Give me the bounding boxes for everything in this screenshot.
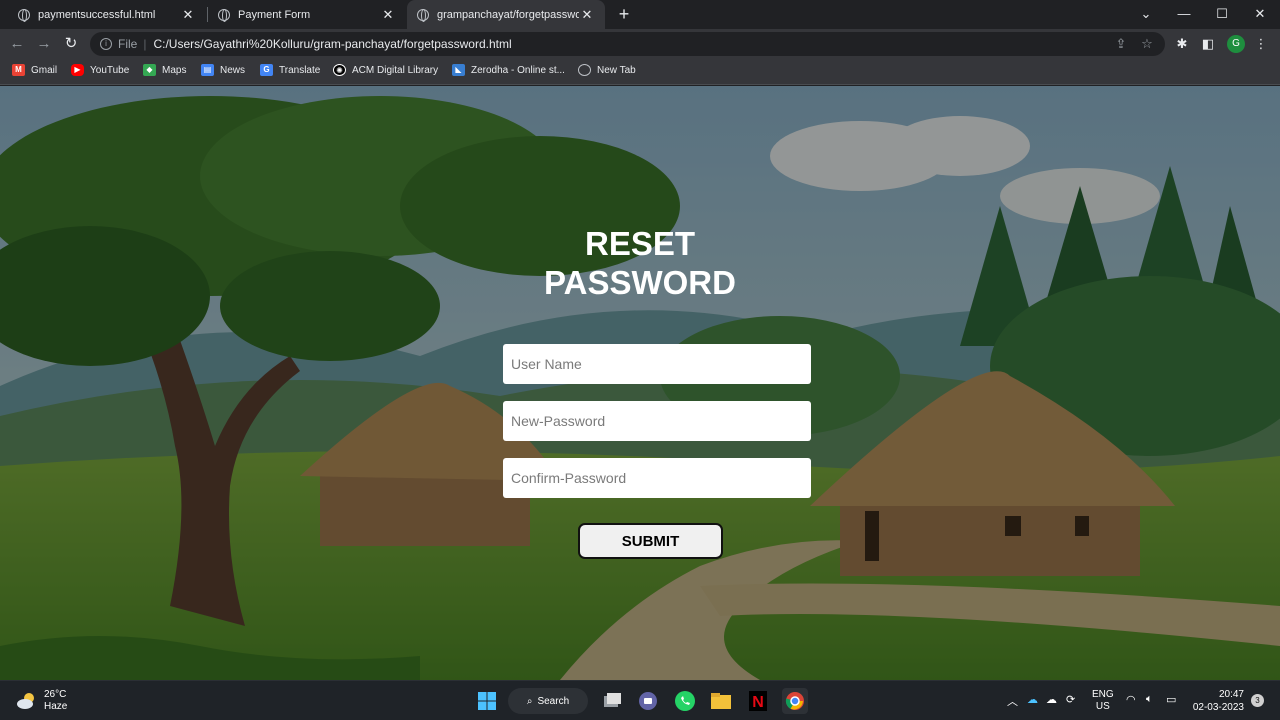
bookmark-gmail[interactable]: M Gmail <box>12 64 57 76</box>
page-viewport: RESET PASSWORD SUBMIT <box>0 86 1280 680</box>
bookmark-label: Maps <box>162 64 187 76</box>
notification-badge[interactable]: 3 <box>1251 694 1264 707</box>
tab-payment-successful[interactable]: paymentsuccessful.html ✕ <box>8 0 206 29</box>
maximize-button[interactable]: ☐ <box>1203 0 1241 29</box>
windows-taskbar: 26°C Haze ⌕ Search N ︿ ☁ ☁ ⟳ ENG US ◠ 🔈︎… <box>0 680 1280 720</box>
gmail-icon: M <box>12 64 25 76</box>
tab-strip: paymentsuccessful.html ✕ Payment Form ✕ … <box>0 0 1280 29</box>
bookmark-label: New Tab <box>597 64 636 76</box>
clock-time: 20:47 <box>1218 689 1244 700</box>
new-tab-button[interactable]: + <box>614 3 634 25</box>
task-view-icon[interactable] <box>599 688 625 714</box>
svg-text:N: N <box>752 694 764 711</box>
file-explorer-icon[interactable] <box>708 688 734 714</box>
bookmark-acm[interactable]: ✺ ACM Digital Library <box>333 64 438 76</box>
region: US <box>1095 701 1110 712</box>
temperature: 26°C <box>44 689 67 700</box>
globe-icon <box>18 8 30 22</box>
window-close-button[interactable]: ✕ <box>1241 0 1279 29</box>
address-divider: | <box>143 37 147 51</box>
search-icon: ⌕ <box>526 695 533 707</box>
bookmark-label: YouTube <box>90 64 130 76</box>
bookmark-label: Translate <box>279 64 321 76</box>
language-indicator[interactable]: ENG US <box>1092 689 1114 713</box>
battery-icon[interactable]: ▭ <box>1166 693 1176 706</box>
tab-title: Payment Form <box>238 8 311 21</box>
tab-payment-form[interactable]: Payment Form ✕ <box>208 0 406 29</box>
submit-button[interactable]: SUBMIT <box>578 523 723 559</box>
bookmark-label: News <box>220 64 246 76</box>
windows-start-icon[interactable] <box>474 688 500 714</box>
address-url[interactable]: C:/Users/Gayathri%20Kolluru/gram-panchay… <box>153 37 511 51</box>
tab-title: grampanchayat/forgetpassword <box>437 8 579 21</box>
forward-button[interactable]: → <box>33 33 55 55</box>
close-icon[interactable]: ✕ <box>579 7 595 23</box>
netflix-icon[interactable]: N <box>745 688 771 714</box>
bookmark-star-icon[interactable]: ☆ <box>1138 35 1156 53</box>
confirm-password-input[interactable] <box>503 458 811 498</box>
page-title: RESET PASSWORD <box>520 224 760 302</box>
news-icon: ▤ <box>201 64 214 76</box>
bookmark-label: Zerodha - Online st... <box>471 64 565 76</box>
zerodha-icon: ◣ <box>452 64 465 76</box>
language: ENG <box>1092 689 1114 700</box>
close-icon[interactable]: ✕ <box>180 7 196 23</box>
search-label: Search <box>537 695 570 707</box>
bookmark-new-tab[interactable]: New Tab <box>578 64 636 76</box>
onedrive-icon[interactable]: ☁ <box>1027 693 1038 706</box>
chrome-icon[interactable] <box>782 688 808 714</box>
volume-icon[interactable]: 🔈︎ <box>1146 693 1153 706</box>
bookmark-label: ACM Digital Library <box>352 64 439 76</box>
address-bar[interactable]: i File | C:/Users/Gayathri%20Kolluru/gra… <box>90 32 1165 56</box>
bookmark-zerodha[interactable]: ◣ Zerodha - Online st... <box>452 64 565 76</box>
info-icon[interactable]: i <box>100 38 112 50</box>
bookmark-label: Gmail <box>31 64 58 76</box>
side-panel-icon[interactable]: ◧ <box>1198 34 1218 54</box>
title-line-1: RESET <box>584 225 696 262</box>
chevron-up-icon[interactable]: ︿ <box>1007 693 1018 709</box>
bookmark-translate[interactable]: G Translate <box>260 64 320 76</box>
sync-icon[interactable]: ⟳ <box>1066 693 1075 706</box>
system-clock[interactable]: 20:47 02-03-2023 <box>1192 688 1244 714</box>
bookmark-maps[interactable]: ◆ Maps <box>143 64 186 76</box>
weather-widget[interactable]: 26°C Haze <box>16 689 67 713</box>
minimize-button[interactable]: — <box>1165 0 1203 29</box>
teams-chat-icon[interactable] <box>635 688 661 714</box>
tab-title: paymentsuccessful.html <box>38 8 156 21</box>
tab-search-chevron-icon[interactable]: ⌄ <box>1127 0 1165 29</box>
bookmark-news[interactable]: ▤ News <box>201 64 245 76</box>
globe-icon <box>417 8 429 22</box>
username-input[interactable] <box>503 344 811 384</box>
tab-forget-password[interactable]: grampanchayat/forgetpassword ✕ <box>407 0 605 29</box>
maps-icon: ◆ <box>143 64 156 76</box>
weather-condition: Haze <box>44 701 68 712</box>
reload-button[interactable]: ↻ <box>60 33 82 55</box>
wifi-icon[interactable]: ◠ <box>1126 693 1136 706</box>
haze-weather-icon <box>16 692 38 710</box>
close-icon[interactable]: ✕ <box>380 7 396 23</box>
globe-icon <box>218 8 230 22</box>
share-icon[interactable]: ⇪ <box>1112 35 1130 53</box>
bookmark-youtube[interactable]: ▶ YouTube <box>71 64 129 76</box>
browser-toolbar: ← → ↻ i File | C:/Users/Gayathri%20Kollu… <box>0 29 1280 58</box>
globe-icon <box>578 64 591 76</box>
extensions-puzzle-icon[interactable]: ✱ <box>1172 34 1192 54</box>
profile-avatar[interactable]: G <box>1227 35 1245 53</box>
whatsapp-icon[interactable] <box>672 688 698 714</box>
translate-icon: G <box>260 64 273 76</box>
cloud-status-icon[interactable]: ☁ <box>1046 693 1057 706</box>
clock-date: 02-03-2023 <box>1192 702 1244 713</box>
back-button[interactable]: ← <box>6 33 28 55</box>
new-password-input[interactable] <box>503 401 811 441</box>
taskbar-search[interactable]: ⌕ Search <box>508 688 588 714</box>
menu-kebab-icon[interactable]: ⋮ <box>1251 34 1271 54</box>
title-line-2: PASSWORD <box>544 264 736 301</box>
acm-icon: ✺ <box>333 64 346 76</box>
bookmarks-bar: M Gmail ▶ YouTube ◆ Maps ▤ News G Transl… <box>0 58 1280 85</box>
address-scheme: File <box>118 37 138 51</box>
youtube-icon: ▶ <box>71 64 84 76</box>
